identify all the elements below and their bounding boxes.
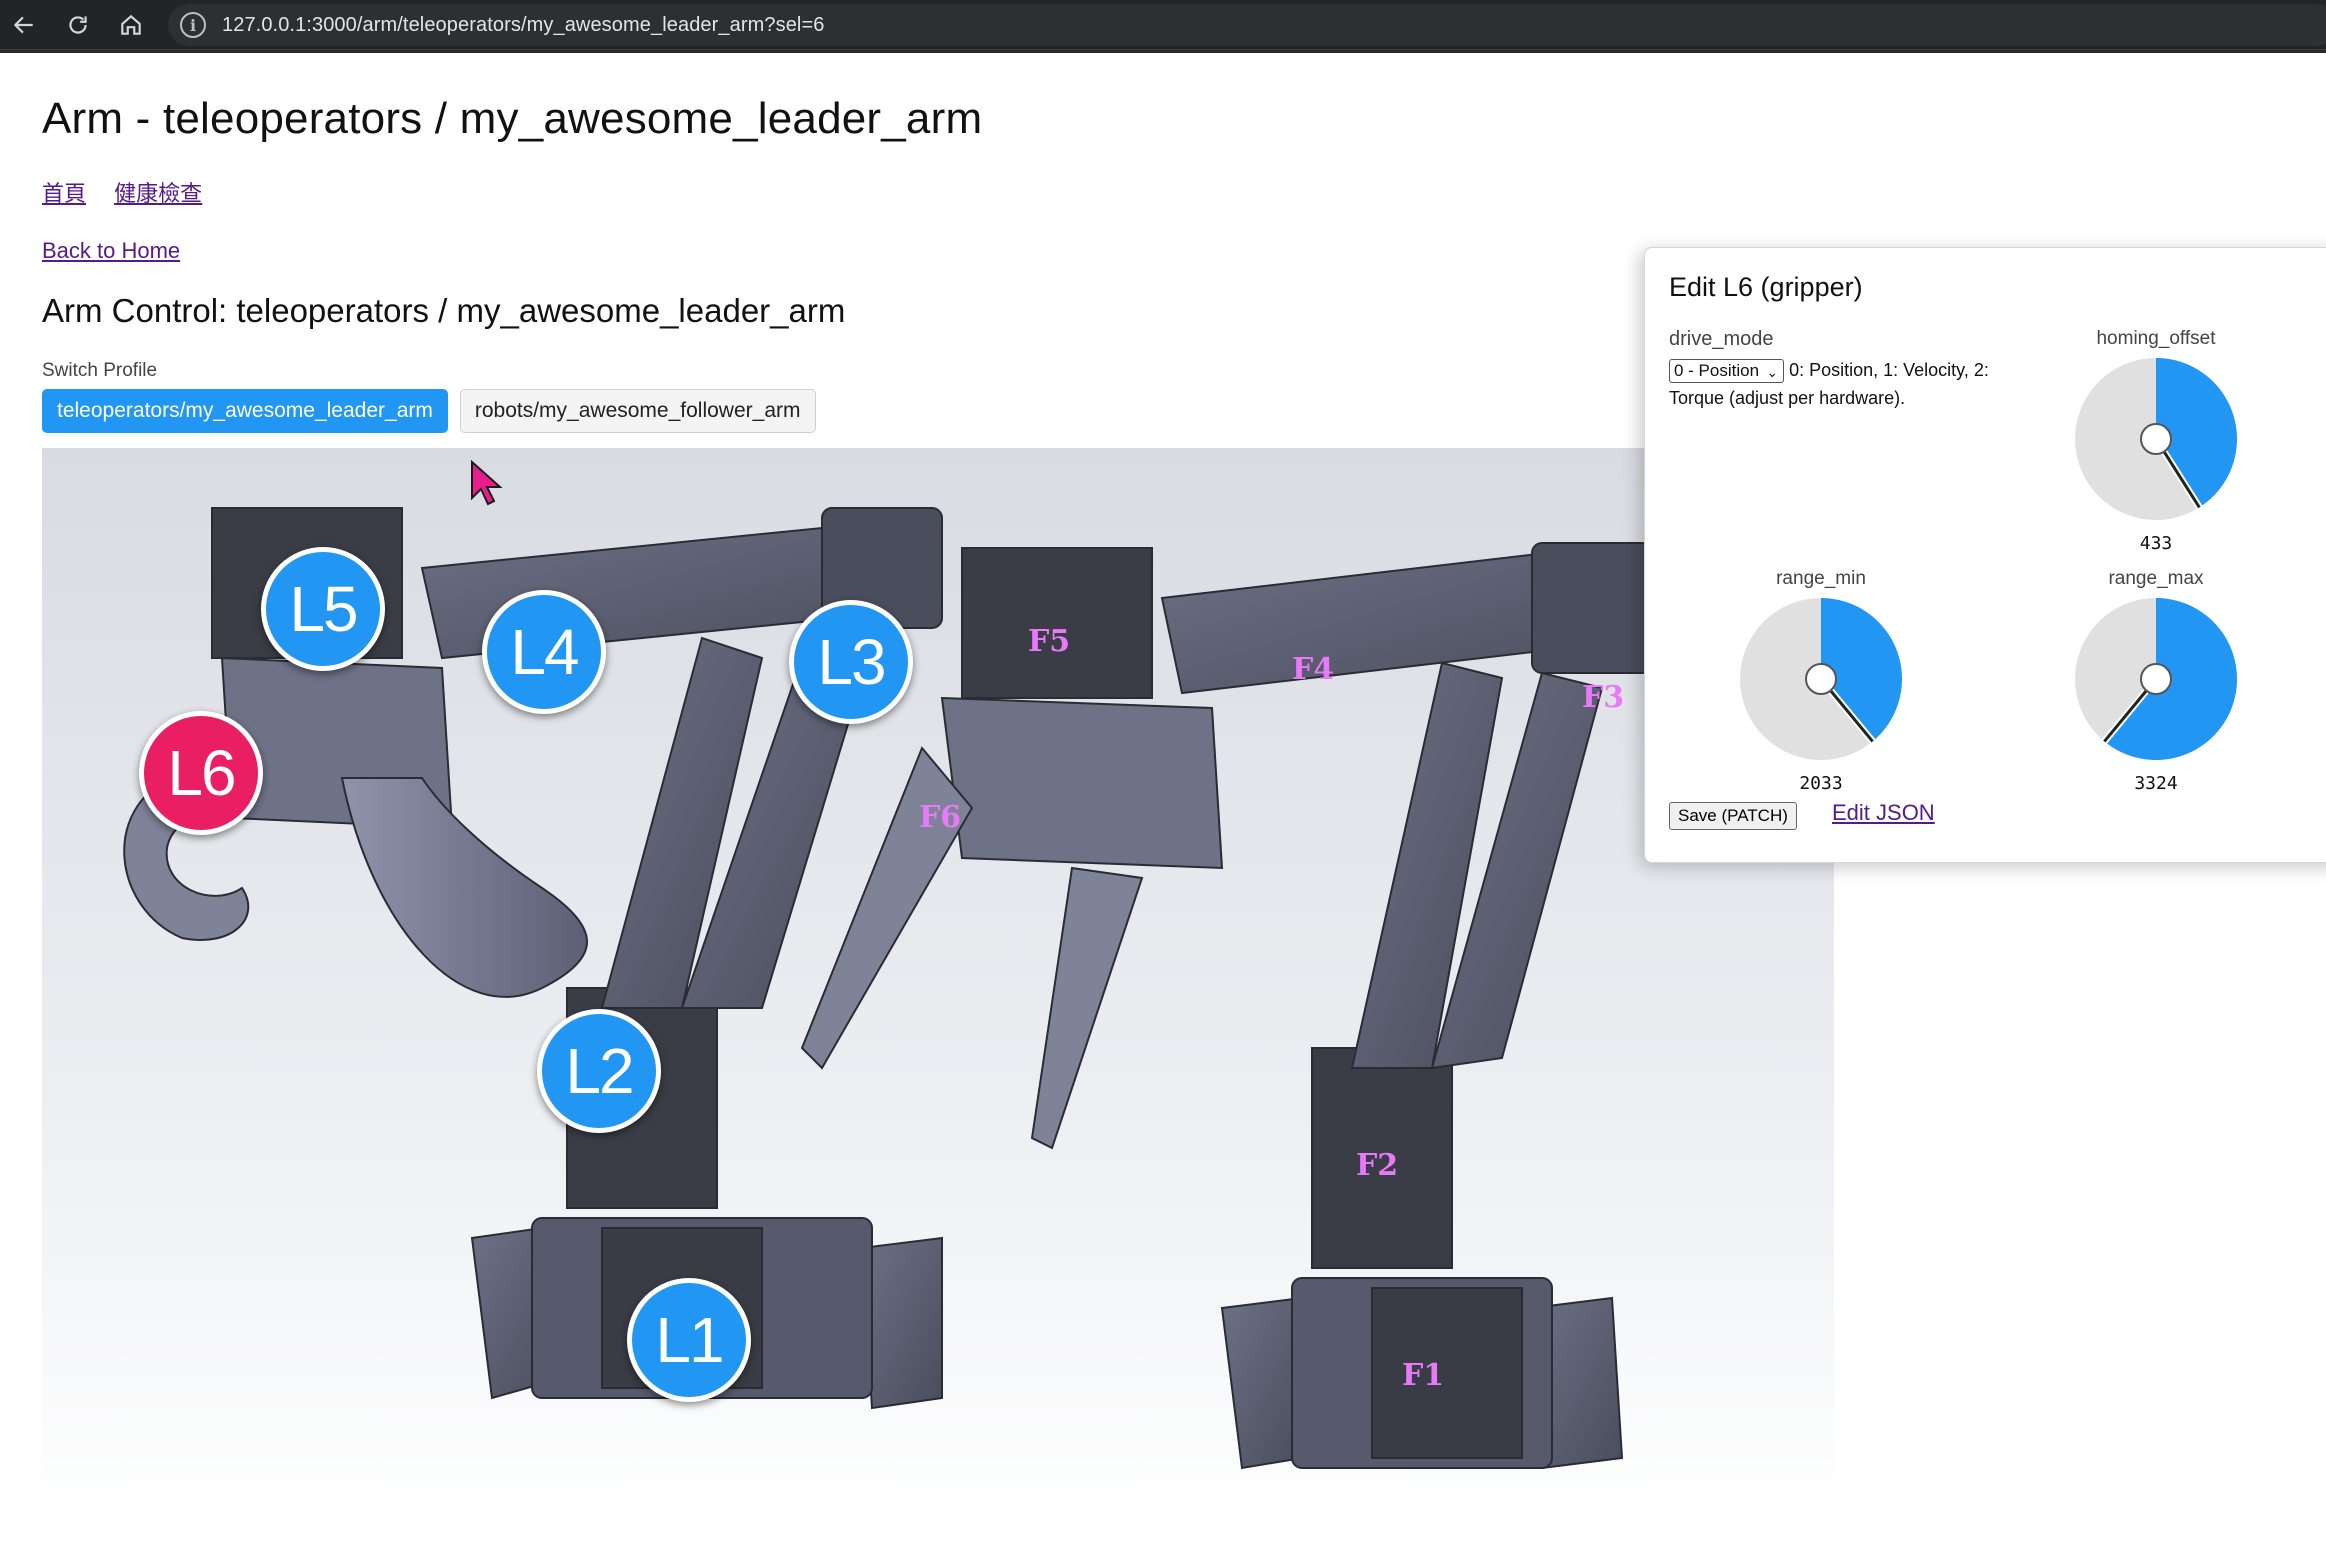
joint-badge-L1[interactable]: L1	[627, 1278, 751, 1402]
gauge-homing-offset[interactable]: homing_offset 433	[2066, 328, 2246, 554]
url-text: 127.0.0.1:3000/arm/teleoperators/my_awes…	[222, 13, 825, 36]
follower-label-F5: F5	[1028, 624, 1071, 659]
joint-badge-L3[interactable]: L3	[789, 600, 913, 724]
drive-mode-row: 0 - Position ⌄ 0: Position, 1: Velocity,…	[1669, 356, 2009, 412]
profile-switcher: teleoperators/my_awesome_leader_arm robo…	[42, 389, 816, 433]
edit-panel-title: Edit L6 (gripper)	[1669, 272, 1863, 302]
gauge-value: 433	[2139, 533, 2173, 554]
info-icon[interactable]: i	[180, 12, 206, 38]
homing-offset-dial[interactable]	[2073, 356, 2239, 522]
dial-hub	[2140, 663, 2172, 695]
home-icon[interactable]	[111, 5, 151, 45]
mouse-cursor-icon	[471, 460, 503, 506]
range-max-dial[interactable]	[2073, 596, 2239, 762]
follower-label-F6: F6	[919, 800, 962, 835]
switch-profile-label: Switch Profile	[42, 360, 158, 381]
section-title: Arm Control: teleoperators / my_awesome_…	[42, 292, 846, 329]
gauge-label: range_max	[2108, 568, 2204, 589]
address-bar[interactable]: i 127.0.0.1:3000/arm/teleoperators/my_aw…	[168, 4, 2326, 46]
gauge-range-min[interactable]: range_min 2033	[1731, 568, 1911, 794]
back-to-home-link[interactable]: Back to Home	[42, 238, 180, 264]
dial-hub	[1805, 663, 1837, 695]
nav-link-home[interactable]: 首頁	[42, 181, 86, 206]
drive-mode-select[interactable]: 0 - Position ⌄	[1669, 359, 1785, 384]
joint-badge-L6[interactable]: L6	[139, 711, 263, 835]
chevron-down-icon: ⌄	[1766, 364, 1779, 381]
edit-joint-panel: Edit L6 (gripper) drive_mode 0 - Positio…	[1644, 247, 2326, 863]
follower-label-F4: F4	[1292, 652, 1335, 687]
nav-link-health-check[interactable]: 健康檢查	[114, 181, 202, 206]
browser-toolbar: i 127.0.0.1:3000/arm/teleoperators/my_aw…	[0, 0, 2326, 50]
drive-mode-label: drive_mode	[1669, 328, 1774, 350]
top-nav: 首頁 健康檢查	[42, 176, 224, 208]
gauge-value: 3324	[2134, 773, 2178, 794]
page-top-divider	[0, 50, 2326, 53]
drive-mode-selected-value: 0 - Position	[1674, 361, 1760, 381]
follower-label-F3: F3	[1582, 680, 1625, 715]
reload-icon[interactable]	[58, 5, 98, 45]
dial-hub	[2140, 423, 2172, 455]
profile-button-leader[interactable]: teleoperators/my_awesome_leader_arm	[42, 389, 448, 433]
save-patch-button[interactable]: Save (PATCH)	[1669, 802, 1797, 830]
follower-label-F2: F2	[1356, 1148, 1399, 1183]
arm-diagram: L5 L4 L3 L6 L2 L1 F5 F4 F3 F6 F2 F1	[42, 448, 1834, 1518]
gauge-label: homing_offset	[2096, 328, 2216, 349]
joint-badge-L2[interactable]: L2	[537, 1009, 661, 1133]
page-title: Arm - teleoperators / my_awesome_leader_…	[42, 94, 983, 143]
follower-label-F1: F1	[1402, 1358, 1445, 1393]
gauge-label: range_min	[1776, 568, 1866, 589]
back-icon[interactable]	[4, 5, 44, 45]
edit-json-link[interactable]: Edit JSON	[1832, 800, 1935, 826]
range-min-dial[interactable]	[1738, 596, 1904, 762]
gauge-range-max[interactable]: range_max 3324	[2066, 568, 2246, 794]
joint-badge-L5[interactable]: L5	[261, 547, 385, 671]
joint-badge-L4[interactable]: L4	[482, 590, 606, 714]
gauge-value: 2033	[1799, 773, 1843, 794]
profile-button-follower[interactable]: robots/my_awesome_follower_arm	[459, 389, 816, 433]
